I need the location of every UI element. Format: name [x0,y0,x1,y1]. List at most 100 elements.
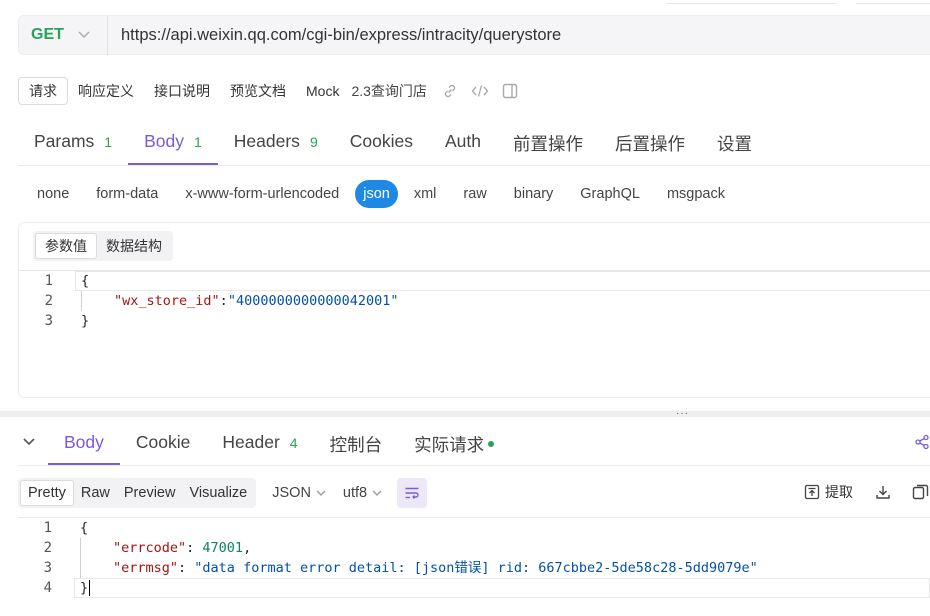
line-number: 3 [43,560,52,576]
format-value: JSON [272,485,311,501]
url-divider [107,16,108,56]
top-tab-strip-2 [856,0,930,4]
text-cursor [89,580,91,596]
doc-tab-response-definition[interactable]: 响应定义 [68,77,144,105]
doc-tab-mock[interactable]: Mock [296,77,349,105]
tab-label: Cookie [135,432,191,452]
tab-count: 9 [309,134,318,150]
current-line-highlight [74,578,930,598]
body-type-binary[interactable]: binary [503,180,565,208]
body-type-urlencoded[interactable]: x-www-form-urlencoded [174,180,350,208]
code-line[interactable]: "wx_store_id":"4000000000000042001" [114,291,399,311]
tabs-divider [18,165,930,166]
line-number: 3 [44,313,53,329]
body-type-msgpack[interactable]: msgpack [656,180,736,208]
body-sub-tabs: 参数值 数据结构 [33,231,173,261]
request-body-editor: 参数值 数据结构 1 2 3 { "wx_store_id":"40000000… [18,222,930,398]
tab-cookies[interactable]: Cookies [334,122,429,166]
doc-tab-api-description[interactable]: 接口说明 [144,77,220,105]
body-type-selector: none form-data x-www-form-urlencoded jso… [26,179,741,209]
response-tabs-divider [18,465,930,466]
collapse-chevron-icon[interactable] [22,434,36,448]
link-icon[interactable] [435,77,465,105]
resp-tab-cookie[interactable]: Cookie [120,420,206,466]
tab-auth[interactable]: Auth [429,122,497,166]
word-wrap-button[interactable] [397,478,428,508]
code-token: , [243,540,252,556]
view-preview[interactable]: Preview [117,480,183,506]
body-type-form-data[interactable]: form-data [85,180,169,208]
response-tabs: Body Cookie Header 4 控制台 实际请求 [48,420,510,466]
body-type-graphql[interactable]: GraphQL [569,180,651,208]
resp-tab-actual-request[interactable]: 实际请求 [398,420,510,466]
tab-post-processors[interactable]: 后置操作 [599,122,701,166]
panel-icon[interactable] [495,77,525,105]
tab-count: 1 [193,134,202,150]
method-select[interactable]: GET [31,26,64,44]
body-type-json[interactable]: json [355,180,398,208]
tab-label: Auth [444,131,481,151]
sub-tab-values[interactable]: 参数值 [35,233,97,259]
view-pretty[interactable]: Pretty [20,480,74,506]
json-value: 47001 [202,540,244,556]
code-line[interactable]: { [81,271,89,291]
code-icon[interactable] [465,77,495,105]
chevron-down-icon[interactable] [77,27,91,41]
code-token: : [219,293,228,309]
tab-headers[interactable]: Headers 9 [218,122,334,166]
doc-tab-preview-doc[interactable]: 预览文档 [220,77,296,105]
body-type-none[interactable]: none [26,180,80,208]
indent-guide [81,291,82,311]
share-icon[interactable] [914,434,930,450]
sub-tab-schema[interactable]: 数据结构 [97,233,171,259]
top-tab-strip [666,0,836,4]
api-title: 2.3查询门店 [351,83,427,99]
resp-tab-header[interactable]: Header 4 [206,420,313,466]
copy-icon[interactable] [912,484,930,500]
tab-count: 4 [289,435,298,451]
tab-count: 1 [104,134,113,150]
view-raw[interactable]: Raw [74,480,117,506]
code-line[interactable]: { [80,518,88,538]
code-token: { [80,520,89,536]
resp-tab-console[interactable]: 控制台 [314,420,399,466]
encoding-select[interactable]: utf8 [343,485,383,501]
doc-tab-request[interactable]: 请求 [18,77,68,105]
tab-label: Cookies [349,131,413,151]
tab-label: Params [34,131,95,151]
tab-params[interactable]: Params 1 [18,122,128,166]
body-type-xml[interactable]: xml [403,180,448,208]
tab-settings[interactable]: 设置 [701,122,768,166]
url-bar: GET https://api.weixin.qq.com/cgi-bin/ex… [18,15,930,56]
panel-splitter[interactable] [0,411,930,417]
code-token: : [186,540,203,556]
format-select[interactable]: JSON [272,485,327,501]
json-value: "data format error detail: [json错误] rid:… [194,560,758,576]
code-token: { [81,273,90,289]
splitter-handle[interactable]: ··· [676,409,689,419]
extract-button[interactable]: 提取 [804,482,853,502]
tab-label: 前置操作 [512,134,583,154]
response-body-viewer: 1 2 3 4 { "errcode": 47001, "errmsg": "d… [18,518,930,616]
body-type-raw[interactable]: raw [452,180,497,208]
url-input[interactable]: https://api.weixin.qq.com/cgi-bin/expres… [121,26,561,45]
wrap-icon [405,487,419,499]
tab-label: Header [222,432,280,452]
code-line[interactable]: } [81,311,89,331]
json-key: "errmsg" [113,560,179,576]
resp-tab-body[interactable]: Body [48,420,120,466]
code-token: : [178,560,195,576]
tab-label: Body [64,432,104,452]
code-token: } [80,580,89,596]
tab-body[interactable]: Body 1 [128,122,218,166]
view-visualize[interactable]: Visualize [182,480,254,506]
code-line[interactable]: "errcode": 47001, [113,538,251,558]
tab-label: Body [144,131,184,151]
line-number: 2 [44,293,53,309]
tab-label: 实际请求 [414,435,485,455]
tab-label: 设置 [716,134,752,154]
code-line[interactable]: "errmsg": "data format error detail: [js… [113,558,758,578]
download-icon[interactable] [875,484,891,500]
tab-pre-processors[interactable]: 前置操作 [497,122,599,166]
code-line[interactable]: } [80,578,91,598]
